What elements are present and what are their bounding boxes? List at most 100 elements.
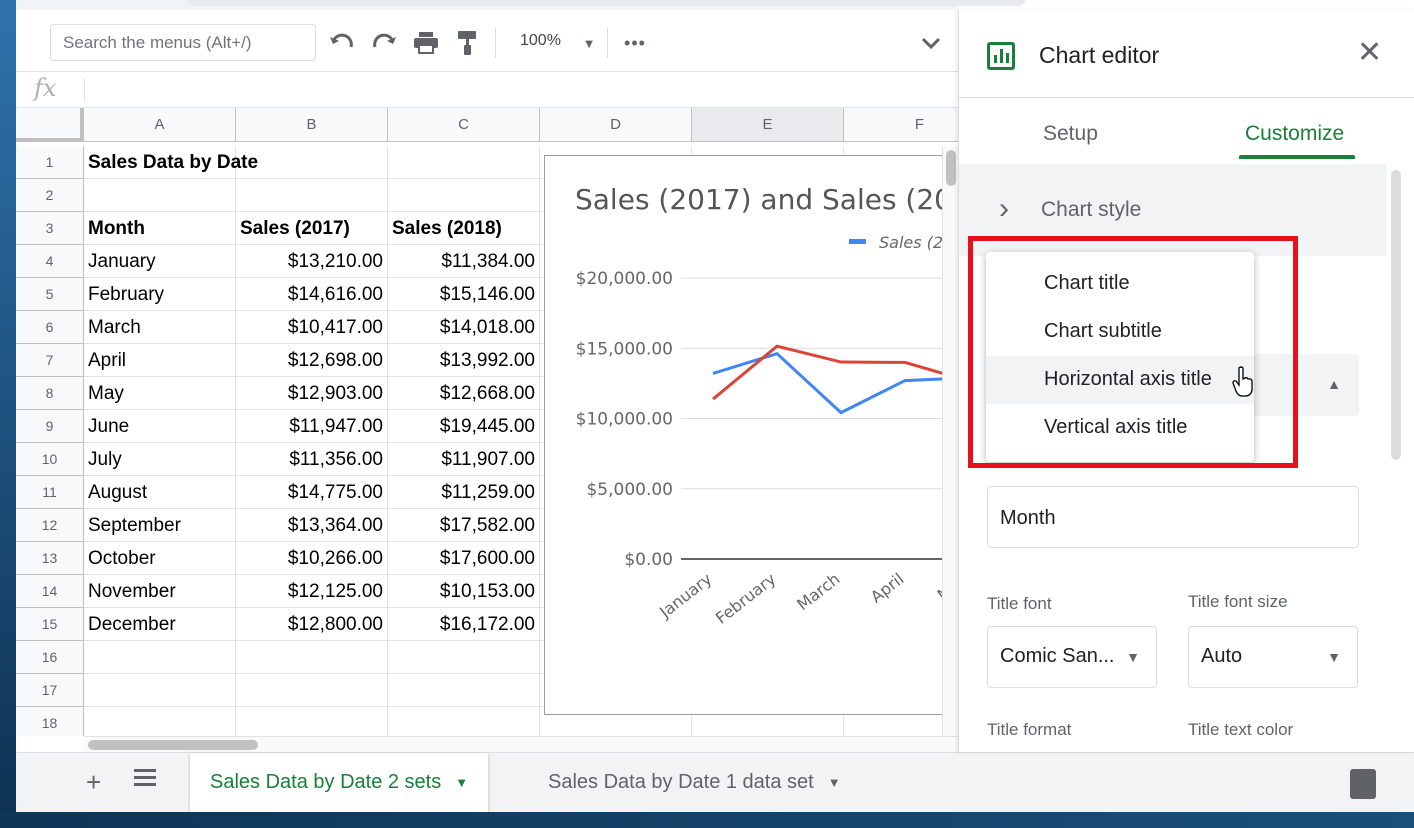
table-cell[interactable]: November: [84, 575, 236, 608]
zoom-dropdown-icon[interactable]: ▼: [574, 28, 604, 58]
redo-icon[interactable]: [369, 28, 399, 58]
table-cell[interactable]: $15,146.00: [388, 278, 540, 311]
table-cell[interactable]: April: [84, 344, 236, 377]
table-cell[interactable]: [236, 707, 388, 736]
zoom-select[interactable]: 100%: [520, 32, 561, 50]
table-cell[interactable]: Sales Data by Date: [84, 146, 258, 179]
table-cell[interactable]: January: [84, 245, 236, 278]
table-cell[interactable]: Sales (2018): [388, 212, 540, 245]
table-cell[interactable]: Sales (2017): [236, 212, 388, 245]
table-cell[interactable]: $16,172.00: [388, 608, 540, 641]
table-cell[interactable]: [84, 179, 236, 212]
table-cell[interactable]: $12,125.00: [236, 575, 388, 608]
column-header-b[interactable]: B: [236, 108, 388, 142]
select-all-corner[interactable]: [16, 108, 84, 142]
column-header-f[interactable]: F: [844, 108, 958, 142]
close-icon[interactable]: ✕: [1357, 38, 1382, 68]
table-cell[interactable]: $10,266.00: [236, 542, 388, 575]
row-header[interactable]: 1: [16, 146, 84, 179]
collapse-icon[interactable]: [916, 28, 946, 58]
table-cell[interactable]: February: [84, 278, 236, 311]
print-icon[interactable]: [411, 28, 441, 58]
table-cell[interactable]: $17,582.00: [388, 509, 540, 542]
row-header[interactable]: 4: [16, 245, 84, 278]
table-cell[interactable]: Month: [84, 212, 236, 245]
row-header[interactable]: 8: [16, 377, 84, 410]
undo-icon[interactable]: [327, 28, 357, 58]
more-icon[interactable]: •••: [620, 28, 650, 58]
table-cell[interactable]: $10,417.00: [236, 311, 388, 344]
table-cell[interactable]: [388, 179, 540, 212]
table-cell[interactable]: [84, 641, 236, 674]
vertical-scrollbar[interactable]: [942, 146, 958, 736]
table-cell[interactable]: [388, 674, 540, 707]
table-cell[interactable]: June: [84, 410, 236, 443]
table-cell[interactable]: May: [84, 377, 236, 410]
title-font-select[interactable]: Comic San... ▼: [987, 626, 1157, 688]
table-cell[interactable]: $13,364.00: [236, 509, 388, 542]
title-text-input[interactable]: Month: [987, 486, 1359, 548]
tab-customize[interactable]: Customize: [1245, 122, 1344, 146]
table-cell[interactable]: March: [84, 311, 236, 344]
table-cell[interactable]: [84, 674, 236, 707]
row-header[interactable]: 3: [16, 212, 84, 245]
row-header[interactable]: 14: [16, 575, 84, 608]
row-header[interactable]: 15: [16, 608, 84, 641]
table-cell[interactable]: [236, 641, 388, 674]
row-header[interactable]: 18: [16, 707, 84, 736]
table-cell[interactable]: $12,698.00: [236, 344, 388, 377]
sheet-tab-inactive[interactable]: Sales Data by Date 1 data set ▼: [528, 753, 861, 812]
row-header[interactable]: 13: [16, 542, 84, 575]
table-cell[interactable]: [236, 674, 388, 707]
horizontal-scrollbar[interactable]: [84, 736, 958, 752]
table-cell[interactable]: $14,775.00: [236, 476, 388, 509]
column-header-d[interactable]: D: [540, 108, 692, 142]
row-header[interactable]: 17: [16, 674, 84, 707]
table-cell[interactable]: [388, 146, 540, 179]
table-cell[interactable]: [236, 146, 388, 179]
table-cell[interactable]: $11,356.00: [236, 443, 388, 476]
table-cell[interactable]: $12,800.00: [236, 608, 388, 641]
column-header-a[interactable]: A: [84, 108, 236, 142]
row-header[interactable]: 11: [16, 476, 84, 509]
table-cell[interactable]: $11,907.00: [388, 443, 540, 476]
table-cell[interactable]: $10,153.00: [388, 575, 540, 608]
table-cell[interactable]: $14,616.00: [236, 278, 388, 311]
table-cell[interactable]: $13,210.00: [236, 245, 388, 278]
table-cell[interactable]: August: [84, 476, 236, 509]
sheet-tab-active[interactable]: Sales Data by Date 2 sets ▼: [190, 753, 489, 812]
add-sheet-button[interactable]: +: [86, 767, 101, 798]
panel-scrollbar[interactable]: [1391, 170, 1401, 460]
search-menus-input[interactable]: Search the menus (Alt+/): [50, 24, 316, 61]
table-cell[interactable]: $11,384.00: [388, 245, 540, 278]
row-header[interactable]: 12: [16, 509, 84, 542]
table-cell[interactable]: $17,600.00: [388, 542, 540, 575]
table-cell[interactable]: December: [84, 608, 236, 641]
table-cell[interactable]: $14,018.00: [388, 311, 540, 344]
column-header-e[interactable]: E: [692, 108, 844, 142]
table-cell[interactable]: [236, 179, 388, 212]
column-header-c[interactable]: C: [388, 108, 540, 142]
table-cell[interactable]: October: [84, 542, 236, 575]
row-header[interactable]: 16: [16, 641, 84, 674]
row-header[interactable]: 7: [16, 344, 84, 377]
paint-format-icon[interactable]: [453, 28, 483, 58]
table-cell[interactable]: July: [84, 443, 236, 476]
table-cell[interactable]: [388, 641, 540, 674]
row-header[interactable]: 2: [16, 179, 84, 212]
row-header[interactable]: 6: [16, 311, 84, 344]
table-cell[interactable]: $11,259.00: [388, 476, 540, 509]
table-cell[interactable]: $12,903.00: [236, 377, 388, 410]
embedded-chart[interactable]: Sales (2017) and Sales (20 Sales (2 $0.00 $…: [544, 155, 964, 715]
table-cell[interactable]: $19,445.00: [388, 410, 540, 443]
row-header[interactable]: 5: [16, 278, 84, 311]
row-header[interactable]: 9: [16, 410, 84, 443]
explore-icon[interactable]: [1350, 769, 1376, 799]
table-cell[interactable]: $11,947.00: [236, 410, 388, 443]
table-cell[interactable]: September: [84, 509, 236, 542]
title-font-size-select[interactable]: Auto ▼: [1188, 626, 1358, 688]
table-cell[interactable]: [84, 707, 236, 736]
table-cell[interactable]: [388, 707, 540, 736]
row-header[interactable]: 10: [16, 443, 84, 476]
table-cell[interactable]: $13,992.00: [388, 344, 540, 377]
